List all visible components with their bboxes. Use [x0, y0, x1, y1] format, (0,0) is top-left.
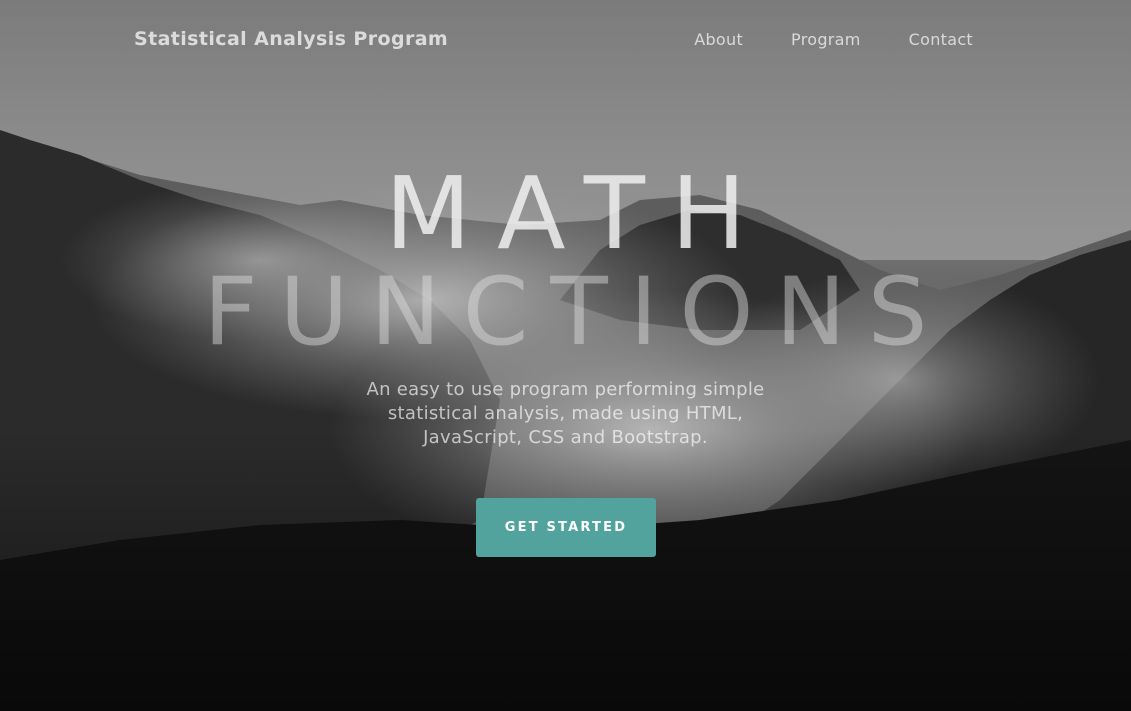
nav-link-about[interactable]: About [694, 30, 743, 49]
hero-title-line-2: FUNCTIONS [203, 258, 950, 367]
get-started-button[interactable]: GET STARTED [476, 498, 656, 557]
navbar: Statistical Analysis Program About Progr… [0, 0, 1131, 80]
hero-section: Statistical Analysis Program About Progr… [0, 0, 1131, 711]
hero-subtitle: An easy to use program performing simple… [366, 379, 765, 448]
nav-link-contact[interactable]: Contact [909, 30, 973, 49]
hero-title-line-1: MATH [384, 155, 773, 272]
brand-link[interactable]: Statistical Analysis Program [134, 28, 448, 50]
nav-link-program[interactable]: Program [791, 30, 861, 49]
nav-links: About Program Contact [694, 30, 973, 49]
